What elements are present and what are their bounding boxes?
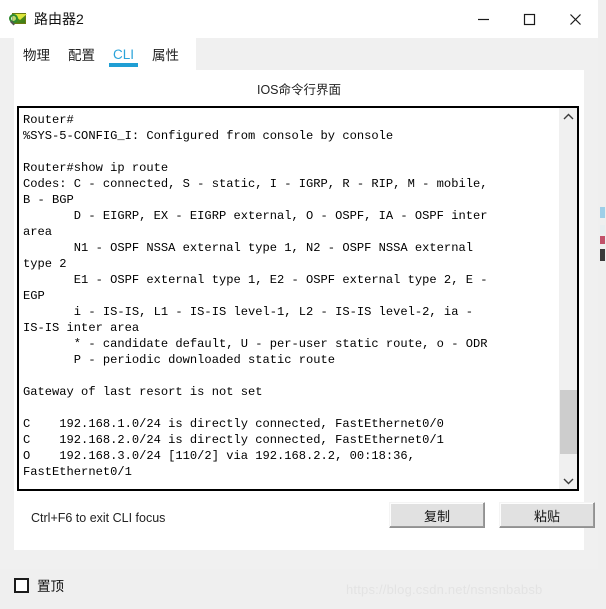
close-button[interactable] <box>552 0 598 38</box>
cli-footer: Ctrl+F6 to exit CLI focus 复制 粘贴 <box>14 502 595 550</box>
terminal-output-text: Router# %SYS-5-CONFIG_I: Configured from… <box>23 113 488 479</box>
background-artifact-2 <box>600 225 605 234</box>
tab-cli[interactable]: CLI <box>104 38 143 70</box>
watermark: https://blog.csdn.net/nsnsnbabsb <box>346 582 543 597</box>
paste-button[interactable]: 粘贴 <box>499 502 595 528</box>
tab-physical-label: 物理 <box>23 48 50 63</box>
tab-attributes-label: 属性 <box>152 48 180 63</box>
always-on-top-row[interactable]: 置顶 <box>14 575 64 595</box>
terminal-container: Router# %SYS-5-CONFIG_I: Configured from… <box>17 106 579 491</box>
scroll-up-button[interactable] <box>560 108 577 125</box>
chevron-down-icon <box>563 478 574 484</box>
background-artifact-1 <box>600 207 605 218</box>
window-controls <box>460 0 598 38</box>
minimize-icon <box>477 18 489 20</box>
copy-button[interactable]: 复制 <box>389 502 485 528</box>
maximize-button[interactable] <box>506 0 552 38</box>
window-titlebar: 路由器2 <box>0 0 598 38</box>
cli-panel: IOS命令行界面 Router# %SYS-5-CONFIG_I: Config… <box>14 70 595 550</box>
terminal-output-area[interactable]: Router# %SYS-5-CONFIG_I: Configured from… <box>19 108 559 489</box>
scroll-down-button[interactable] <box>560 472 577 489</box>
tab-config[interactable]: 配置 <box>59 38 104 70</box>
background-artifact-4 <box>600 249 605 261</box>
chevron-up-icon <box>563 113 574 119</box>
router-device-icon <box>9 10 27 28</box>
always-on-top-checkbox[interactable] <box>14 577 29 593</box>
tab-physical[interactable]: 物理 <box>14 38 59 70</box>
active-tab-underline <box>109 63 139 67</box>
terminal-scrollbar[interactable] <box>559 108 577 489</box>
router-cli-window: 路由器2 物理 配置 CLI 属性 IOS命令行界面 Router# %SYS-… <box>0 0 606 569</box>
scrollbar-thumb[interactable] <box>560 390 577 454</box>
tab-cli-label: CLI <box>113 46 135 62</box>
background-edge-artifacts <box>598 0 606 569</box>
always-on-top-label: 置顶 <box>37 579 64 594</box>
tab-list: 物理 配置 CLI 属性 <box>14 38 196 70</box>
tab-attributes[interactable]: 属性 <box>143 38 188 70</box>
maximize-icon <box>523 13 535 25</box>
cli-focus-hint: Ctrl+F6 to exit CLI focus <box>31 511 166 525</box>
tab-config-label: 配置 <box>68 48 95 63</box>
panel-title: IOS命令行界面 <box>256 83 342 97</box>
close-icon <box>569 13 581 25</box>
minimize-button[interactable] <box>460 0 506 38</box>
tabstrip: 物理 配置 CLI 属性 <box>0 38 598 70</box>
background-artifact-3 <box>600 236 605 244</box>
window-title: 路由器2 <box>34 11 84 27</box>
